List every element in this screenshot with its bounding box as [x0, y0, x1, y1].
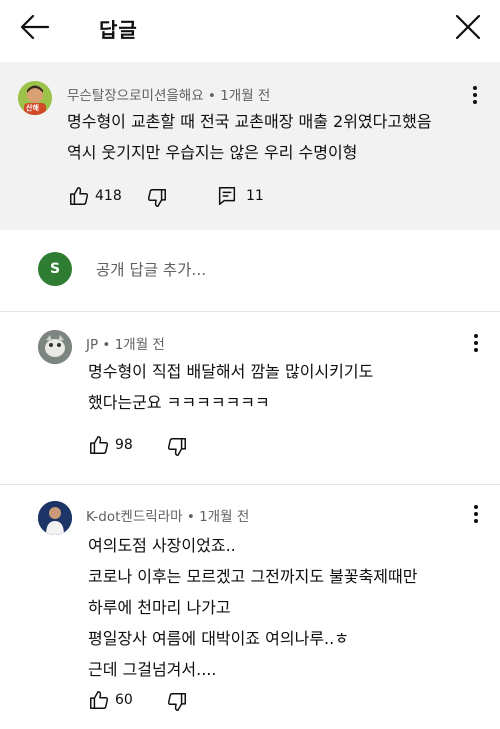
avatar[interactable] — [38, 330, 72, 364]
divider — [0, 311, 500, 312]
comment-line: 코로나 이후는 모르겠고 그전까지도 불꽃축제때만 — [88, 567, 418, 586]
page-title: 답글 — [99, 18, 138, 42]
thumbs-down-icon — [167, 693, 186, 711]
comment-author[interactable]: 무슨탈장으로미션을해요 — [67, 88, 204, 104]
dislike-button[interactable] — [146, 187, 168, 209]
reply-count: 11 — [246, 188, 264, 204]
comment-time: 1개월 전 — [199, 509, 250, 525]
comment-text: 여의도점 사장이었죠.. 코로나 이후는 모르겠고 그전까지도 불꽃축제때만 하… — [88, 530, 417, 685]
dislike-button[interactable] — [166, 436, 188, 458]
more-options-button[interactable] — [470, 84, 480, 106]
comment-time: 1개월 전 — [114, 337, 165, 353]
meta-separator: • — [207, 88, 221, 104]
avatar[interactable]: 산해 — [18, 81, 52, 115]
like-button[interactable]: 418 — [68, 185, 122, 207]
comment-line: 명수형이 직접 배달해서 깜놀 많이시키기도 — [88, 362, 374, 381]
comment-line: 근데 그걸넘겨서.... — [88, 660, 217, 679]
reply-input[interactable]: 공개 답글 추가... — [96, 258, 206, 280]
arrow-left-icon — [20, 14, 50, 40]
thumbs-up-icon — [90, 691, 109, 709]
replies-button[interactable]: 11 — [216, 185, 264, 207]
avatar-label: 산해 — [26, 104, 39, 112]
like-button[interactable]: 60 — [88, 689, 133, 711]
comment-line: 하루에 천마리 나가고 — [88, 598, 231, 617]
more-options-button[interactable] — [471, 503, 481, 525]
comment-icon — [218, 187, 236, 205]
like-count: 418 — [95, 188, 122, 204]
comment-text: 명수형이 직접 배달해서 깜놀 많이시키기도 했다는군요 ㅋㅋㅋㅋㅋㅋㅋ — [88, 356, 373, 418]
avatar[interactable] — [38, 501, 72, 535]
comment-line: 여의도점 사장이었죠.. — [88, 536, 236, 555]
meta-separator: • — [186, 509, 200, 525]
dislike-button[interactable] — [166, 691, 188, 713]
comment-text: 명수형이 교촌할 때 전국 교촌매장 매출 2위였다고했음 역시 웃기지만 우습… — [67, 106, 432, 168]
back-button[interactable] — [18, 12, 52, 42]
comment-time: 1개월 전 — [220, 88, 271, 104]
thumbs-up-icon — [70, 187, 89, 205]
avatar-image — [38, 330, 72, 364]
close-icon — [455, 14, 481, 40]
comment-line: 평일장사 여름에 대박이죠 여의나루..ㅎ — [88, 629, 349, 648]
thumbs-down-icon — [147, 189, 166, 207]
more-options-button[interactable] — [471, 332, 481, 354]
comment-meta: 무슨탈장으로미션을해요 • 1개월 전 — [67, 84, 270, 104]
parent-comment: 산해 무슨탈장으로미션을해요 • 1개월 전 명수형이 교촌할 때 전국 교촌매… — [0, 62, 500, 230]
header-bar: 답글 — [0, 0, 500, 58]
like-count: 60 — [115, 692, 133, 708]
avatar-image — [38, 501, 72, 535]
user-avatar: S — [38, 252, 72, 286]
comment-author[interactable]: K-dot켄드릭라마 — [86, 509, 183, 525]
comment-author[interactable]: JP — [86, 337, 98, 353]
close-button[interactable] — [452, 11, 484, 43]
like-count: 98 — [115, 437, 133, 453]
thumbs-down-icon — [167, 438, 186, 456]
comment-line: 역시 웃기지만 우습지는 않은 우리 수명이형 — [67, 143, 358, 162]
comment-meta: JP • 1개월 전 — [86, 333, 165, 353]
meta-separator: • — [102, 337, 115, 353]
comment-line: 명수형이 교촌할 때 전국 교촌매장 매출 2위였다고했음 — [67, 112, 432, 131]
comment-line: 했다는군요 ㅋㅋㅋㅋㅋㅋㅋ — [88, 393, 270, 412]
thumbs-up-icon — [90, 436, 109, 454]
comment-meta: K-dot켄드릭라마 • 1개월 전 — [86, 505, 249, 525]
like-button[interactable]: 98 — [88, 434, 133, 456]
divider — [0, 484, 500, 485]
add-reply-bar[interactable]: S 공개 답글 추가... — [0, 232, 500, 306]
